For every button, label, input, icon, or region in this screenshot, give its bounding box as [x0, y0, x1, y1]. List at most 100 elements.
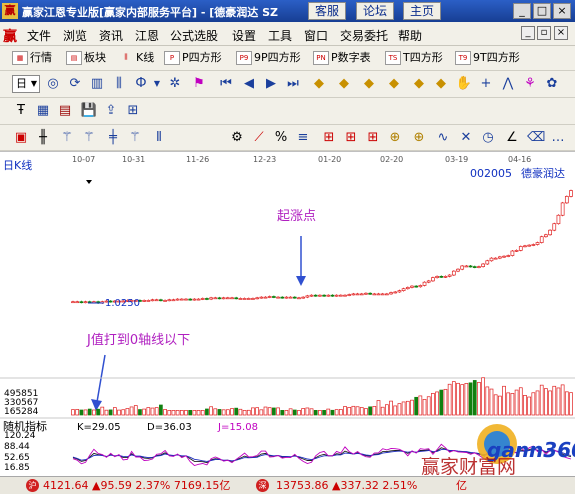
first-icon[interactable]: ⏮	[217, 75, 235, 93]
notebook-icon[interactable]: ▤	[56, 102, 74, 120]
kdj-k-value: K=29.05	[77, 422, 121, 433]
chart-canvas[interactable]: 10-07 10-31 11-26 12-23 01-20 02-20 03-1…	[0, 152, 575, 477]
draw-line-icon[interactable]: ⋀	[499, 75, 517, 93]
gann-fan-icon[interactable]: ⚚	[58, 129, 76, 147]
volume-bar	[544, 388, 548, 416]
network-icon[interactable]: ⊞	[124, 102, 142, 120]
menu-tools[interactable]: 工具	[268, 27, 292, 44]
t-square-button[interactable]: TS T四方形	[385, 49, 443, 67]
quote-button[interactable]: ▦ 行情	[12, 49, 52, 67]
percent-icon[interactable]: %	[272, 129, 290, 147]
volume-bar	[284, 410, 289, 416]
nav-down-icon[interactable]: ◆	[385, 75, 403, 93]
cross-icon[interactable]: ✕	[457, 129, 475, 147]
t-square-icon: TS	[385, 51, 401, 65]
candle-body	[255, 297, 259, 300]
draw-tool-icon[interactable]: ⚘	[521, 75, 539, 93]
gann-grid-icon[interactable]: ⚚	[80, 129, 98, 147]
volume-bar	[154, 407, 159, 416]
candle-body	[171, 299, 176, 302]
volume-bar	[71, 409, 75, 416]
volume-bar	[443, 388, 448, 416]
menu-help[interactable]: 帮助	[398, 27, 422, 44]
dropdown-icon[interactable]: ▼	[148, 75, 166, 93]
measure-icon[interactable]: ⫴	[150, 129, 168, 147]
angle-icon[interactable]: ∠	[503, 129, 521, 147]
flag-icon[interactable]: ⚑	[190, 75, 208, 93]
menu-trade[interactable]: 交易委托	[340, 27, 388, 44]
refresh-icon[interactable]: ⟳	[66, 75, 84, 93]
circle-icon[interactable]: ⊕	[410, 129, 428, 147]
time-icon[interactable]: ◷	[479, 129, 497, 147]
chevron-down-icon: ▼	[30, 79, 37, 88]
kline-button[interactable]: ⫼ K线	[118, 49, 154, 67]
text-tool-icon[interactable]: Ŧ	[12, 102, 30, 120]
calendar-icon[interactable]: ▣	[12, 129, 30, 147]
candle-body	[179, 298, 184, 301]
fib-icon[interactable]: ≡	[294, 129, 312, 147]
ruler-icon[interactable]: ⟋	[250, 129, 268, 147]
volume-bar	[104, 409, 109, 416]
kline-chart-panel[interactable]: 10-07 10-31 11-26 12-23 01-20 02-20 03-1…	[0, 151, 575, 477]
volume-bar	[518, 387, 523, 416]
period-select[interactable]: 日 ▼	[12, 75, 40, 93]
homepage-link[interactable]: 主页	[403, 2, 441, 20]
cycle-icon[interactable]: ⚚	[126, 129, 144, 147]
bar-chart-icon[interactable]: ▥	[88, 75, 106, 93]
last-icon[interactable]: ⏭	[284, 75, 302, 93]
hand-icon[interactable]: ✋	[455, 75, 473, 93]
prev-icon[interactable]: ◀	[240, 75, 258, 93]
menu-info[interactable]: 资讯	[99, 27, 123, 44]
close-icon[interactable]: ×	[553, 3, 571, 19]
eraser-icon[interactable]: ⌫	[527, 129, 545, 147]
next-icon[interactable]: ▶	[262, 75, 280, 93]
menu-window[interactable]: 窗口	[304, 27, 328, 44]
zoom-out-icon[interactable]: ◆	[432, 75, 450, 93]
9t-square-button[interactable]: T9 9T四方形	[455, 49, 520, 67]
wave-icon[interactable]: ∿	[434, 129, 452, 147]
menu-settings[interactable]: 设置	[232, 27, 256, 44]
save-icon[interactable]: 💾	[80, 102, 98, 120]
maximize-icon[interactable]: □	[533, 3, 551, 19]
chart-style-icon[interactable]: ◎	[44, 75, 62, 93]
child-restore-icon[interactable]: ▫	[537, 26, 551, 40]
menu-gann[interactable]: 江恩	[135, 27, 159, 44]
gann-box-icon[interactable]: ⊞	[320, 129, 338, 147]
gann-angle-icon[interactable]: ⊞	[342, 129, 360, 147]
kline-style-icon[interactable]: ⫼	[110, 75, 128, 93]
zoom-in-icon[interactable]: ◆	[410, 75, 428, 93]
p-square-button[interactable]: P P四方形	[164, 49, 222, 67]
menu-formula-select[interactable]: 公式选股	[170, 27, 218, 44]
settings-icon[interactable]: ✿	[543, 75, 561, 93]
nav-left-icon[interactable]: ◆	[310, 75, 328, 93]
line-tool-icon[interactable]: ╫	[34, 129, 52, 147]
sector-button[interactable]: ▤ 板块	[66, 49, 106, 67]
cross-cursor-icon[interactable]: +	[477, 75, 495, 93]
child-close-icon[interactable]: ×	[554, 26, 568, 40]
nav-up-icon[interactable]: ◆	[360, 75, 378, 93]
export-icon[interactable]: ⇪	[102, 102, 120, 120]
candle-body	[431, 277, 435, 282]
9p-square-button[interactable]: P9 9P四方形	[236, 49, 301, 67]
nav-right-icon[interactable]: ◆	[335, 75, 353, 93]
crosshair-icon[interactable]: ✲	[166, 75, 184, 93]
volume-bar	[272, 407, 276, 416]
p-number-table-button[interactable]: PN P数字表	[313, 49, 371, 67]
spiral-icon[interactable]: ⊕	[386, 129, 404, 147]
grid-icon[interactable]: ▦	[34, 102, 52, 120]
volume-bar	[297, 410, 301, 416]
candle-body	[284, 296, 289, 299]
candle-body	[175, 298, 180, 301]
channel-icon[interactable]: ╪	[104, 129, 122, 147]
minimize-icon[interactable]: _	[513, 3, 531, 19]
menu-file[interactable]: 文件	[27, 27, 51, 44]
candle-body	[531, 244, 536, 246]
child-minimize-icon[interactable]: _	[521, 26, 535, 40]
volume-bar	[192, 410, 197, 416]
forum-link[interactable]: 论坛	[356, 2, 394, 20]
customer-service-link[interactable]: 客服	[308, 2, 346, 20]
square-nine-icon[interactable]: ⊞	[364, 129, 382, 147]
more-icon[interactable]: …	[549, 129, 567, 147]
gear-icon[interactable]: ⚙	[228, 129, 246, 147]
menu-browse[interactable]: 浏览	[63, 27, 87, 44]
